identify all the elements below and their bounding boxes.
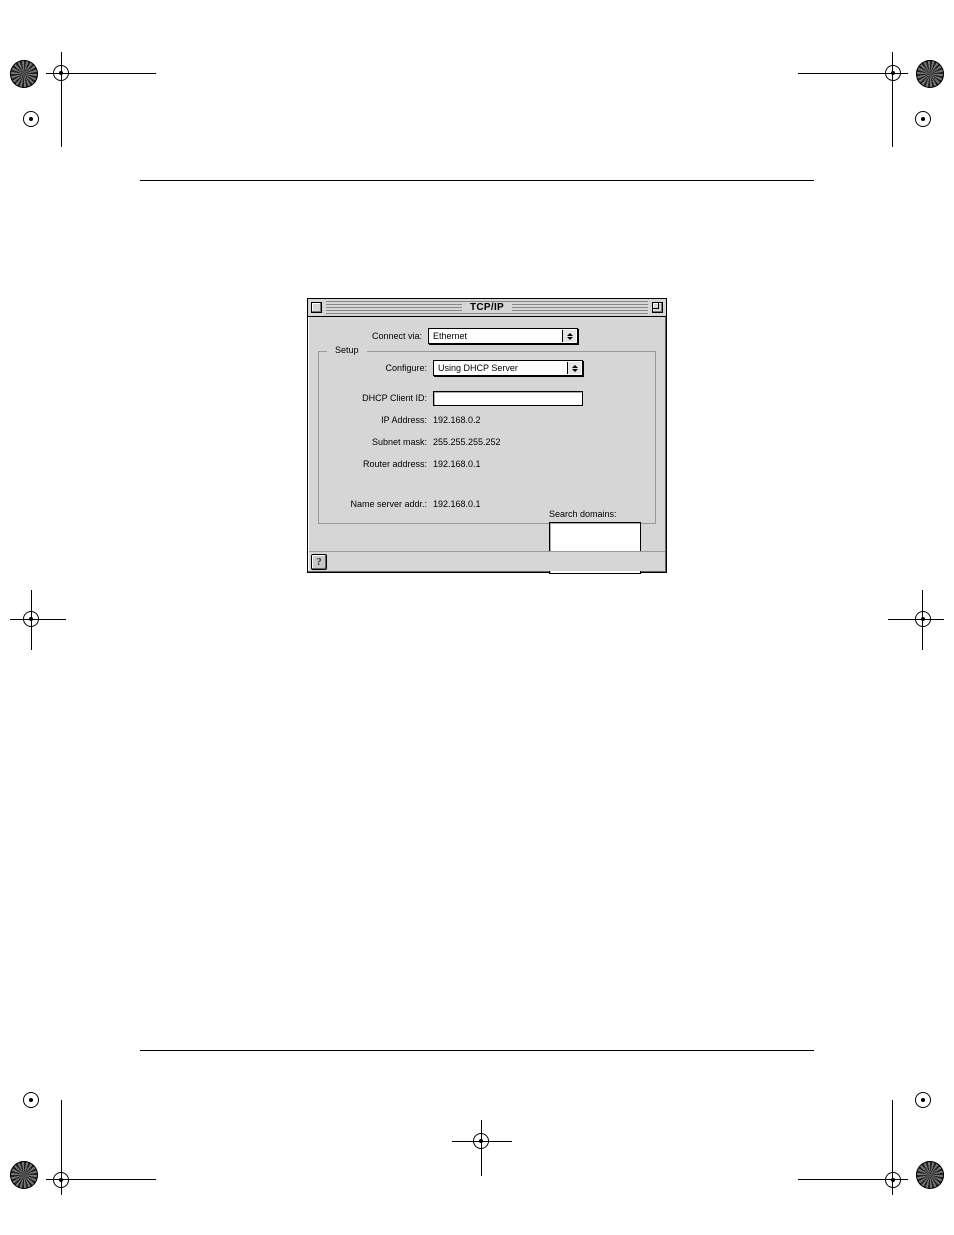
crop-line <box>61 1100 62 1195</box>
ip-address-row: IP Address: 192.168.0.2 <box>323 409 651 431</box>
target-icon <box>22 1091 40 1109</box>
crop-line <box>452 1141 512 1142</box>
popup-arrows-icon <box>562 330 576 342</box>
tcpip-window: TCP/IP Connect via: Ethernet Setup Confi… <box>307 298 667 573</box>
router-address-value: 192.168.0.1 <box>433 459 481 469</box>
target-icon <box>884 1171 902 1189</box>
crop-line <box>61 52 62 147</box>
window-statusbar: ? <box>309 551 665 571</box>
ip-address-value: 192.168.0.2 <box>433 415 481 425</box>
crop-line <box>888 619 944 620</box>
setup-groupbox: Setup Configure: Using DHCP Server DHCP … <box>318 351 656 524</box>
registration-mark <box>10 590 90 670</box>
configure-row: Configure: Using DHCP Server <box>323 357 651 379</box>
ip-address-label: IP Address: <box>323 415 433 425</box>
window-titlebar[interactable]: TCP/IP <box>308 299 666 317</box>
help-icon: ? <box>316 556 322 568</box>
color-fan-icon <box>10 60 38 88</box>
dhcp-client-id-label: DHCP Client ID: <box>323 393 433 403</box>
crop-line <box>46 1179 156 1180</box>
footer-rule <box>140 1050 814 1051</box>
dhcp-client-id-row: DHCP Client ID: <box>323 387 651 409</box>
target-icon <box>914 110 932 128</box>
crop-line <box>481 1120 482 1176</box>
connect-via-row: Connect via: Ethernet <box>318 325 656 347</box>
dhcp-client-id-field[interactable] <box>433 391 583 406</box>
subnet-mask-label: Subnet mask: <box>323 437 433 447</box>
crop-line <box>46 73 156 74</box>
close-box-icon[interactable] <box>311 302 322 313</box>
name-server-label: Name server addr.: <box>323 499 433 509</box>
configure-label: Configure: <box>323 363 433 373</box>
help-button[interactable]: ? <box>311 554 327 570</box>
zoom-box-icon[interactable] <box>652 302 663 313</box>
color-fan-icon <box>916 60 944 88</box>
crop-line <box>31 590 32 650</box>
registration-mark <box>864 590 944 670</box>
connect-via-label: Connect via: <box>318 331 428 341</box>
window-title: TCP/IP <box>462 302 512 313</box>
registration-mark <box>10 52 90 132</box>
registration-mark <box>864 1115 944 1195</box>
connect-via-value: Ethernet <box>433 331 467 341</box>
configure-value: Using DHCP Server <box>438 363 518 373</box>
color-fan-icon <box>10 1161 38 1189</box>
crop-line <box>10 619 66 620</box>
router-address-label: Router address: <box>323 459 433 469</box>
target-icon <box>914 1091 932 1109</box>
subnet-mask-row: Subnet mask: 255.255.255.252 <box>323 431 651 453</box>
configure-popup[interactable]: Using DHCP Server <box>433 360 583 376</box>
color-fan-icon <box>916 1161 944 1189</box>
registration-mark <box>10 1115 90 1195</box>
crop-line <box>892 52 893 147</box>
window-body: Connect via: Ethernet Setup Configure: U… <box>308 317 666 550</box>
router-address-row: Router address: 192.168.0.1 <box>323 453 651 475</box>
target-icon <box>22 110 40 128</box>
crop-line <box>922 590 923 650</box>
header-rule <box>140 180 814 181</box>
setup-legend: Setup <box>331 345 363 355</box>
crop-line <box>892 1100 893 1195</box>
subnet-mask-value: 255.255.255.252 <box>433 437 501 447</box>
popup-arrows-icon <box>567 362 581 374</box>
name-server-value: 192.168.0.1 <box>433 499 481 509</box>
search-domains-label: Search domains: <box>549 509 641 519</box>
registration-mark <box>864 52 944 132</box>
page-content-area: TCP/IP Connect via: Ethernet Setup Confi… <box>140 0 814 1235</box>
connect-via-popup[interactable]: Ethernet <box>428 328 578 344</box>
registration-mark <box>452 1120 532 1200</box>
